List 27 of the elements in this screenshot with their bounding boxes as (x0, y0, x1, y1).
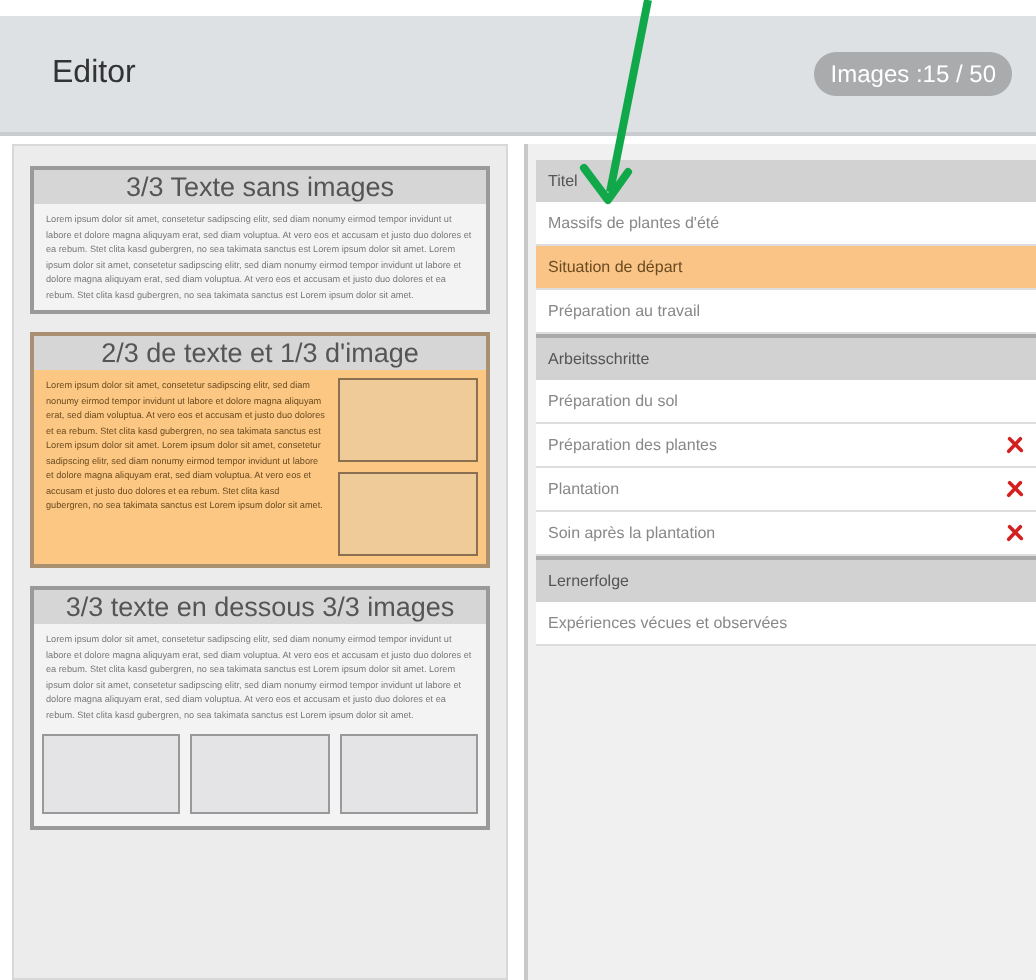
page-list-item[interactable]: Préparation des plantes (536, 424, 1036, 468)
page-list-item[interactable]: Préparation du sol (536, 380, 1036, 424)
delete-icon[interactable] (1006, 524, 1024, 542)
image-slot (338, 378, 478, 462)
image-slot (42, 734, 181, 814)
editor-title: Editor (52, 56, 136, 92)
layout-card[interactable] (30, 586, 490, 830)
delete-icon[interactable] (1006, 436, 1024, 454)
layout-card[interactable] (30, 166, 490, 314)
page-list-item[interactable]: Soin après la plantation (536, 512, 1036, 556)
image-slot (190, 734, 330, 814)
page-list-item[interactable]: Préparation au travail (536, 290, 1036, 334)
image-slot (338, 472, 478, 556)
page-list-item[interactable]: Plantation (536, 468, 1036, 512)
delete-icon[interactable] (1006, 480, 1024, 498)
layout-card[interactable] (30, 332, 490, 568)
section-header: Lernerfolge (536, 556, 1036, 602)
layout-title: 2/3 de texte et 1/3 d'image (34, 336, 486, 370)
images-count-badge: Images :15 / 50 (814, 52, 1012, 96)
section-header: Arbeitsschritte (536, 334, 1036, 380)
page-list-item[interactable]: Expériences vécues et observées (536, 602, 1036, 646)
section-header: Titel (536, 160, 1036, 202)
page-list-item[interactable]: Situation de départ (536, 246, 1036, 290)
layout-title: 3/3 texte en dessous 3/3 images (34, 590, 486, 624)
layout-title: 3/3 Texte sans images (34, 170, 486, 204)
image-slot (339, 734, 478, 814)
page-list-item[interactable]: Massifs de plantes d'été (536, 202, 1036, 246)
